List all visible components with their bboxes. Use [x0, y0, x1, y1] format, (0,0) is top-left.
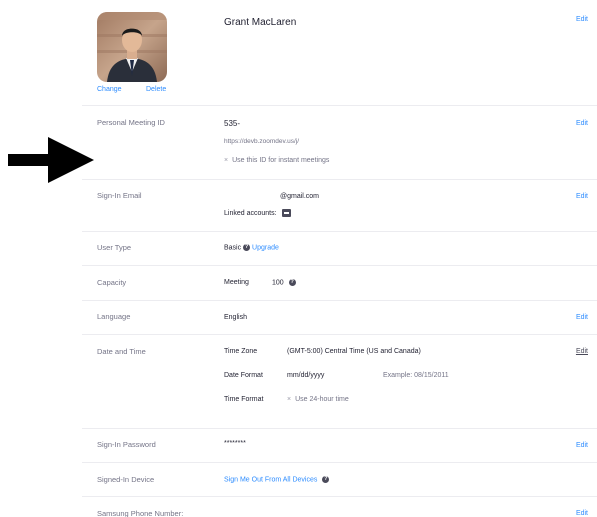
divider [82, 496, 597, 497]
upgrade-link[interactable]: Upgrade [252, 244, 279, 251]
divider [82, 462, 597, 463]
date-format-example: Example: 08/15/2011 [383, 372, 449, 379]
edit-email-button[interactable]: Edit [576, 193, 588, 200]
arrow-right-icon [8, 137, 94, 183]
avatar [97, 12, 167, 82]
capacity-meeting-label: Meeting [224, 279, 249, 286]
edit-pmi-button[interactable]: Edit [576, 120, 588, 127]
password-label: Sign-In Password [97, 440, 156, 449]
password-value: ******** [224, 440, 246, 447]
x-mark-icon: × [224, 157, 229, 164]
divider [82, 300, 597, 301]
phone-label: Samsung Phone Number: [97, 509, 184, 517]
change-photo-link[interactable]: Change [97, 86, 122, 93]
user-type-value: Basic ? Upgrade [224, 244, 279, 252]
timezone-label: Time Zone [224, 348, 258, 355]
divider [82, 105, 597, 106]
pmi-instant-option[interactable]: × Use this ID for instant meetings [224, 157, 329, 164]
linked-account-icon[interactable] [281, 209, 291, 217]
language-label: Language [97, 312, 131, 321]
question-circle-icon[interactable]: ? [322, 476, 330, 483]
date-format-value[interactable]: mm/dd/yyyy [287, 372, 324, 379]
timezone-value: (GMT-5:00) Central Time (US and Canada) [287, 348, 421, 355]
divider [82, 428, 597, 429]
language-value: English [224, 314, 247, 321]
time-format-label: Time Format [224, 396, 264, 403]
question-circle-icon[interactable]: ? [243, 244, 251, 251]
capacity-meeting-value: 100 ? [272, 279, 296, 287]
x-mark-icon: × [287, 396, 292, 403]
divider [82, 265, 597, 266]
sign-out-all-devices-link[interactable]: Sign Me Out From All Devices [224, 476, 317, 483]
divider [82, 179, 597, 180]
divider [82, 334, 597, 335]
linked-accounts: Linked accounts: [224, 209, 291, 217]
pmi-label: Personal Meeting ID [97, 118, 165, 127]
edit-datetime-button[interactable]: Edit [576, 348, 588, 355]
divider [82, 231, 597, 232]
sign-out-devices: Sign Me Out From All Devices ? [224, 476, 330, 483]
email-value: @gmail.com [280, 193, 320, 200]
profile-page: Change Delete Grant MacLaren Edit Person… [0, 0, 597, 517]
edit-language-button[interactable]: Edit [576, 314, 588, 321]
email-label: Sign-In Email [97, 191, 142, 200]
edit-profile-button[interactable]: Edit [576, 16, 588, 23]
user-type-label: User Type [97, 243, 132, 252]
pmi-url: https://devb.zoomdev.us/j/ [224, 138, 300, 145]
device-label: Signed-In Device [97, 475, 155, 484]
profile-name: Grant MacLaren [224, 17, 297, 28]
datetime-label: Date and Time [97, 347, 146, 356]
edit-password-button[interactable]: Edit [576, 442, 588, 449]
time-format-option[interactable]: × Use 24-hour time [287, 396, 349, 403]
pmi-value: 535- [224, 119, 241, 128]
capacity-label: Capacity [97, 278, 127, 287]
edit-phone-button[interactable]: Edit [576, 510, 588, 517]
delete-photo-link[interactable]: Delete [146, 86, 166, 93]
date-format-label: Date Format [224, 372, 263, 379]
question-circle-icon[interactable]: ? [288, 279, 296, 286]
